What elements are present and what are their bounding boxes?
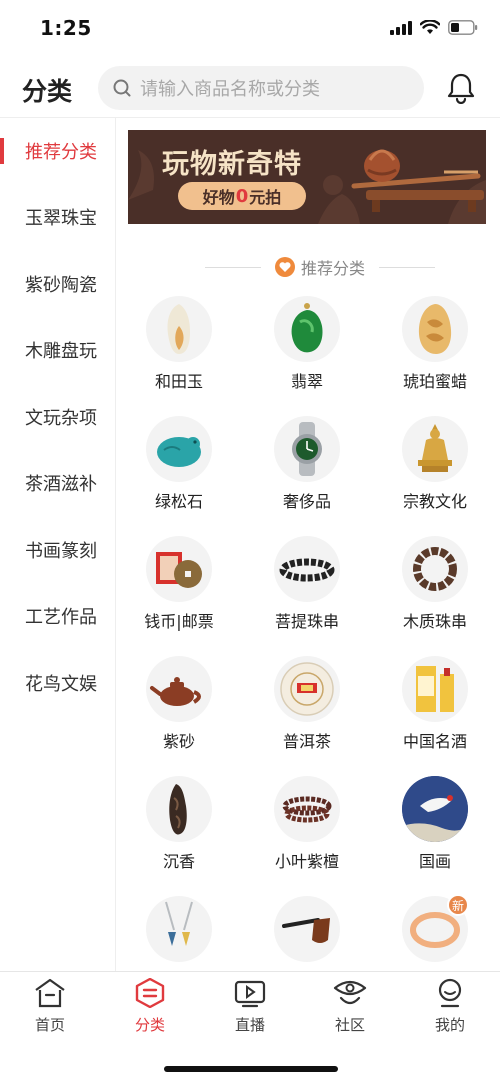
category-sandalwood[interactable]: 小叶紫檀 — [247, 776, 367, 886]
sidebar-item-zisha-ceramics[interactable]: 紫砂陶瓷 — [0, 251, 116, 317]
category-label: 和田玉 — [154, 372, 203, 391]
category-chinese-painting[interactable]: 国画 — [375, 776, 495, 886]
tobacco-pipe-icon — [282, 918, 330, 943]
promo-banner[interactable]: 玩物新奇特 好物 0 元拍 — [128, 130, 486, 224]
tab-label: 首页 — [34, 1016, 65, 1034]
sidebar-item-curios[interactable]: 文玩杂项 — [0, 384, 116, 450]
category-icon — [135, 977, 165, 1009]
tab-label: 我的 — [434, 1016, 465, 1034]
battery-icon — [448, 20, 478, 35]
divider-line — [204, 266, 261, 268]
sidebar-item-crafts[interactable]: 工艺作品 — [0, 583, 116, 649]
category-label: 紫砂 — [162, 732, 195, 751]
tab-label: 直播 — [234, 1016, 265, 1034]
category-religious[interactable]: 宗教文化 — [375, 416, 495, 526]
tab-live[interactable]: 直播 — [200, 978, 300, 1038]
liquor-bottle-icon — [416, 666, 454, 712]
category-luxury[interactable]: 奢侈品 — [247, 416, 367, 526]
category-liquor[interactable]: 中国名酒 — [375, 656, 495, 766]
category-label: 中国名酒 — [402, 732, 467, 751]
heart-badge-icon — [274, 257, 295, 277]
page-title: 分类 — [22, 77, 73, 106]
sandalwood-beads-icon — [282, 796, 332, 823]
profile-icon — [438, 978, 462, 1008]
sidebar-item-jade-jewelry[interactable]: 玉翠珠宝 — [0, 184, 116, 250]
amber-icon — [418, 304, 452, 354]
category-zisha[interactable]: 紫砂 — [119, 656, 239, 766]
home-indicator — [164, 1066, 338, 1072]
chinese-painting-icon — [402, 776, 468, 842]
sidebar-item-recommended[interactable]: 推荐分类 — [0, 118, 116, 184]
wood-bead-bracelet-icon — [413, 547, 457, 591]
category-amber[interactable]: 琥珀蜜蜡 — [375, 296, 495, 406]
category-jadeite[interactable]: 翡翠 — [247, 296, 367, 406]
banner-tag-suffix: 元拍 — [249, 188, 282, 207]
category-wood-beads[interactable]: 木质珠串 — [375, 536, 495, 646]
coin-stamp-icon — [156, 552, 202, 588]
category-label: 菩提珠串 — [274, 612, 339, 631]
section-heading: 推荐分类 — [200, 252, 440, 282]
tab-label: 社区 — [334, 1016, 365, 1034]
category-label: 木质珠串 — [402, 612, 467, 631]
sidebar-item-tea-wine[interactable]: 茶酒滋补 — [0, 450, 116, 516]
search-icon — [113, 79, 131, 97]
category-agarwood[interactable]: 沉香 — [119, 776, 239, 886]
banner-tag: 好物 0 元拍 — [178, 182, 306, 210]
banner-tag-prefix: 好物 — [202, 188, 235, 207]
category-label: 小叶紫檀 — [274, 852, 339, 871]
category-bodhi-beads[interactable]: 菩提珠串 — [247, 536, 367, 646]
category-label: 绿松石 — [154, 492, 203, 511]
buddha-statue-icon — [418, 424, 452, 472]
bodhi-bracelet-icon — [279, 558, 335, 582]
sidebar-item-flowers-birds[interactable]: 花鸟文娱 — [0, 650, 116, 716]
bell-icon[interactable] — [446, 72, 476, 104]
tab-home[interactable]: 首页 — [0, 978, 100, 1038]
category-label: 普洱茶 — [282, 732, 331, 751]
puer-tea-cake-icon — [280, 662, 334, 716]
category-hetian-jade[interactable]: 和田玉 — [119, 296, 239, 406]
live-icon — [234, 980, 266, 1008]
category-label: 沉香 — [162, 852, 195, 871]
banner-title: 玩物新奇特 — [162, 149, 302, 180]
tab-profile[interactable]: 我的 — [400, 978, 500, 1038]
tab-community[interactable]: 社区 — [300, 978, 400, 1038]
category-label: 宗教文化 — [402, 492, 467, 511]
hetian-jade-icon — [167, 304, 190, 354]
section-title: 推荐分类 — [300, 259, 365, 278]
status-bar: 1:25 — [0, 0, 500, 60]
cellular-signal-icon — [390, 20, 412, 35]
category-turquoise[interactable]: 绿松石 — [119, 416, 239, 526]
category-sidebar: 推荐分类 玉翠珠宝 紫砂陶瓷 木雕盘玩 文玩杂项 茶酒滋补 书画篆刻 工艺作品 … — [0, 118, 116, 971]
status-time: 1:25 — [40, 16, 92, 40]
jadeite-pendant-icon — [291, 303, 323, 353]
search-placeholder: 请输入商品名称或分类 — [140, 79, 320, 100]
teapot-tray-icon — [351, 149, 484, 212]
turquoise-icon — [157, 437, 201, 467]
category-label: 翡翠 — [290, 372, 323, 391]
banner-tag-zero: 0 — [235, 185, 249, 207]
agarwood-icon — [169, 784, 187, 835]
category-puer-tea[interactable]: 普洱茶 — [247, 656, 367, 766]
category-label: 琥珀蜜蜡 — [402, 372, 467, 391]
category-label: 奢侈品 — [282, 492, 331, 511]
tab-category[interactable]: 分类 — [100, 977, 200, 1038]
divider-line — [379, 266, 435, 268]
home-icon — [35, 978, 65, 1008]
pendant-jewelry-icon — [165, 901, 193, 946]
sidebar-item-wood-carving[interactable]: 木雕盘玩 — [0, 317, 116, 383]
category-coins-stamps[interactable]: 钱币|邮票 — [119, 536, 239, 646]
search-input[interactable]: 请输入商品名称或分类 — [98, 66, 424, 110]
watch-icon — [292, 422, 322, 476]
header: 分类 请输入商品名称或分类 — [0, 60, 500, 118]
teapot-icon — [150, 677, 201, 706]
new-badge: 新 — [447, 894, 469, 916]
category-label: 国画 — [418, 852, 451, 871]
community-icon — [333, 980, 367, 1005]
category-label: 钱币|邮票 — [144, 612, 214, 631]
sidebar-item-calligraphy[interactable]: 书画篆刻 — [0, 517, 116, 583]
status-icons — [390, 20, 478, 35]
tab-label: 分类 — [134, 1016, 165, 1034]
wifi-icon — [420, 20, 440, 34]
